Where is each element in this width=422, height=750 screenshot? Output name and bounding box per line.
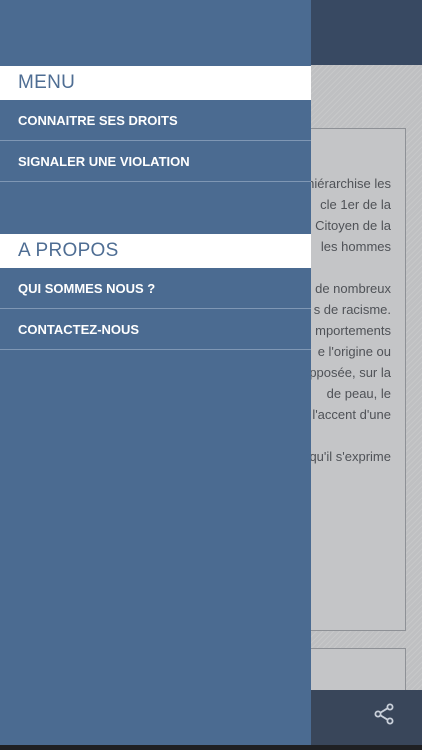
menu-item-qui-sommes-nous[interactable]: QUI SOMMES NOUS ? <box>0 269 311 309</box>
menu-item-connaitre-droits[interactable]: CONNAITRE SES DROITS <box>0 101 311 141</box>
share-icon[interactable] <box>372 702 396 726</box>
navigation-drawer: MENU CONNAITRE SES DROITS SIGNALER UNE V… <box>0 0 311 745</box>
drawer-header <box>0 0 311 65</box>
section-title-a-propos: A PROPOS <box>0 234 311 268</box>
menu-item-signaler-violation[interactable]: SIGNALER UNE VIOLATION <box>0 142 311 182</box>
system-nav-bar <box>0 745 422 750</box>
menu-item-contactez-nous[interactable]: CONTACTEZ-NOUS <box>0 310 311 350</box>
section-title-menu: MENU <box>0 66 311 100</box>
